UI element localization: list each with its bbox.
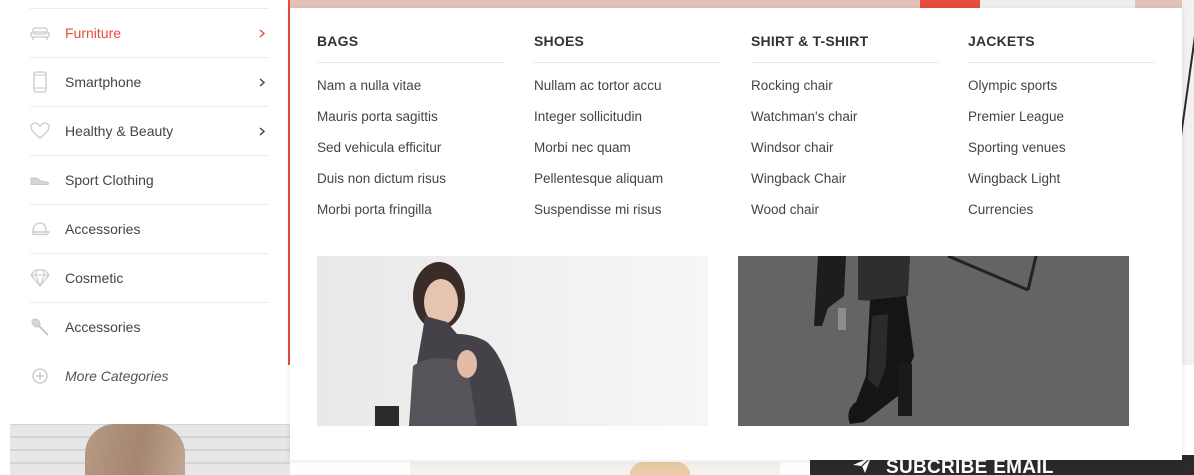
- menu-link[interactable]: Suspendisse mi risus: [534, 201, 721, 232]
- sidebar-item-sport-clothing[interactable]: Sport Clothing: [30, 155, 268, 204]
- sidebar-item-label: Accessories: [65, 221, 141, 237]
- sidebar-item-accessories[interactable]: Accessories: [30, 204, 268, 253]
- menu-link[interactable]: Nullam ac tortor accu: [534, 77, 721, 108]
- menu-link[interactable]: Morbi nec quam: [534, 139, 721, 170]
- menu-link-list: Olympic sports Premier League Sporting v…: [968, 77, 1155, 232]
- menu-link[interactable]: Nam a nulla vitae: [317, 77, 504, 108]
- smartphone-icon: [30, 71, 50, 93]
- more-categories-link[interactable]: More Categories: [30, 366, 169, 386]
- menu-link[interactable]: Morbi porta fringilla: [317, 201, 504, 232]
- menu-column-title[interactable]: JACKETS: [968, 8, 1155, 63]
- menu-column-shirt-t-shirt: SHIRT & T-SHIRT Rocking chair Watchman's…: [751, 8, 938, 232]
- menu-link[interactable]: Olympic sports: [968, 77, 1155, 108]
- chevron-right-icon: [256, 122, 268, 140]
- sidebar-item-label: Smartphone: [65, 74, 142, 90]
- category-list: Furniture Smartphone Healthy & Beauty Sp…: [30, 8, 268, 351]
- sidebar-item-label: Cosmetic: [65, 270, 124, 286]
- menu-link-list: Nullam ac tortor accu Integer sollicitud…: [534, 77, 721, 232]
- category-sidebar: Furniture Smartphone Healthy & Beauty Sp…: [0, 0, 290, 365]
- banner-top-strip: [980, 0, 1135, 8]
- sidebar-item-accessories-2[interactable]: Accessories: [30, 302, 268, 351]
- sidebar-item-label: Accessories: [65, 319, 141, 335]
- sidebar-item-cosmetic[interactable]: Cosmetic: [30, 253, 268, 302]
- brush-icon: [30, 317, 50, 337]
- menu-column-jackets: JACKETS Olympic sports Premier League Sp…: [968, 8, 1155, 232]
- menu-link[interactable]: Integer sollicitudin: [534, 108, 721, 139]
- menu-column-shoes: SHOES Nullam ac tortor accu Integer soll…: [534, 8, 721, 232]
- menu-link[interactable]: Wingback Light: [968, 170, 1155, 201]
- plus-circle-icon: [30, 366, 50, 386]
- sidebar-item-healthy-beauty[interactable]: Healthy & Beauty: [30, 106, 268, 155]
- product-photo-middle[interactable]: [410, 462, 780, 475]
- menu-link[interactable]: Rocking chair: [751, 77, 938, 108]
- menu-link-list: Rocking chair Watchman's chair Windsor c…: [751, 77, 938, 232]
- sidebar-item-furniture[interactable]: Furniture: [30, 8, 268, 57]
- sneaker-icon: [30, 170, 50, 190]
- menu-column-title[interactable]: SHOES: [534, 8, 721, 63]
- sidebar-item-label: Healthy & Beauty: [65, 123, 174, 139]
- more-categories-label: More Categories: [65, 368, 169, 384]
- menu-link[interactable]: Pellentesque aliquam: [534, 170, 721, 201]
- banner-accent-tab: [920, 0, 980, 8]
- menu-link[interactable]: Wingback Chair: [751, 170, 938, 201]
- heart-icon: [30, 121, 50, 141]
- menu-link[interactable]: Duis non dictum risus: [317, 170, 504, 201]
- sidebar-item-smartphone[interactable]: Smartphone: [30, 57, 268, 106]
- sofa-icon: [30, 23, 50, 43]
- mega-menu-panel: BAGS Nam a nulla vitae Mauris porta sagi…: [290, 8, 1182, 460]
- cap-icon: [30, 219, 50, 239]
- product-photo-left[interactable]: [10, 424, 290, 475]
- sidebar-item-label: Furniture: [65, 25, 122, 41]
- menu-link[interactable]: Premier League: [968, 108, 1155, 139]
- menu-link[interactable]: Mauris porta sagittis: [317, 108, 504, 139]
- menu-link[interactable]: Watchman's chair: [751, 108, 938, 139]
- menu-link[interactable]: Currencies: [968, 201, 1155, 232]
- banner-right-edge: [1182, 0, 1194, 365]
- promo-image-model[interactable]: [317, 256, 708, 426]
- chevron-right-icon: [256, 73, 268, 91]
- subscribe-label: SUBCRIBE EMAIL: [886, 457, 1054, 475]
- menu-link[interactable]: Windsor chair: [751, 139, 938, 170]
- chevron-right-icon: [256, 24, 268, 42]
- menu-link-list: Nam a nulla vitae Mauris porta sagittis …: [317, 77, 504, 232]
- menu-link[interactable]: Sporting venues: [968, 139, 1155, 170]
- menu-column-bags: BAGS Nam a nulla vitae Mauris porta sagi…: [317, 8, 504, 232]
- menu-column-title[interactable]: BAGS: [317, 8, 504, 63]
- diamond-icon: [30, 268, 50, 288]
- sidebar-item-label: Sport Clothing: [65, 172, 154, 188]
- menu-column-title[interactable]: SHIRT & T-SHIRT: [751, 8, 938, 63]
- menu-link[interactable]: Wood chair: [751, 201, 938, 232]
- promo-image-boots[interactable]: [738, 256, 1129, 426]
- menu-link[interactable]: Sed vehicula efficitur: [317, 139, 504, 170]
